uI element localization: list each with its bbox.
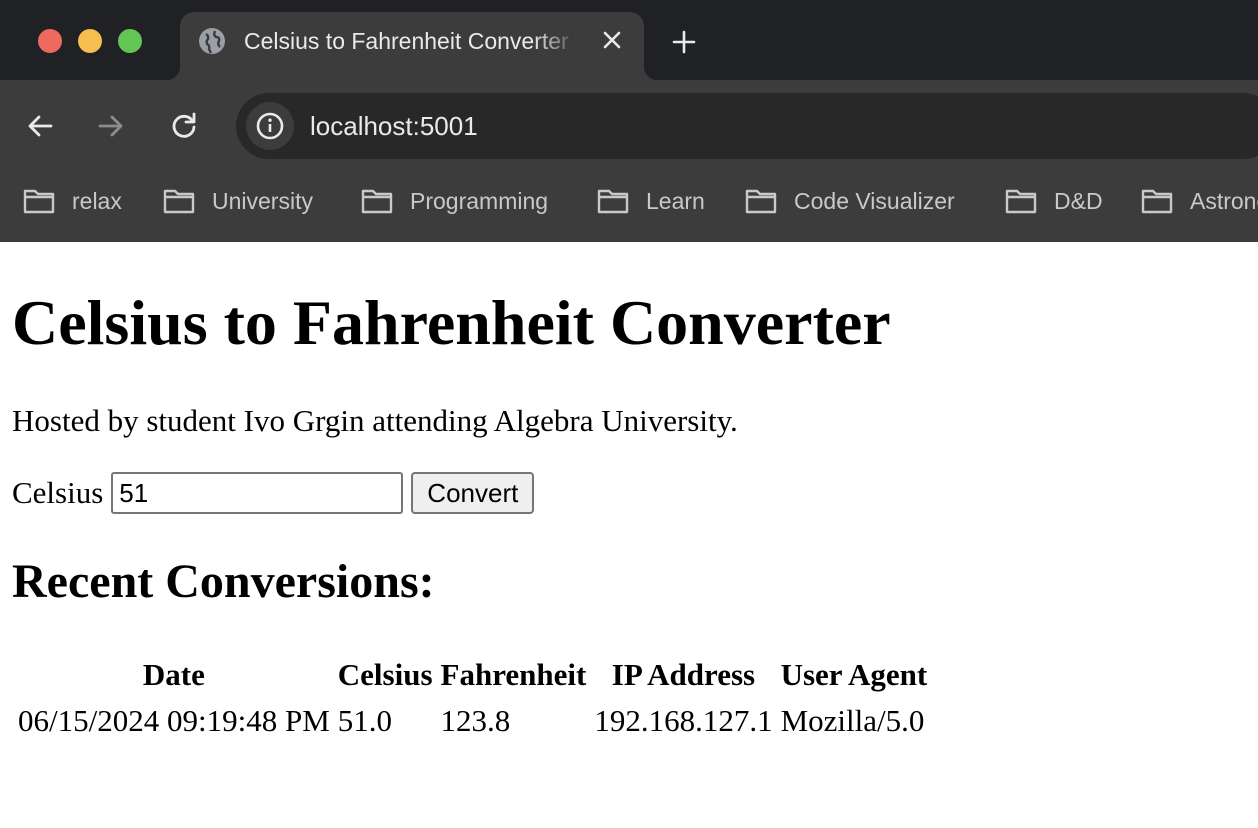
plus-icon[interactable]: [668, 26, 700, 58]
folder-icon: [745, 189, 777, 214]
convert-button[interactable]: Convert: [411, 472, 535, 514]
cell-fahrenheit: 123.8: [440, 703, 511, 738]
bookmark-label: Learn: [646, 187, 705, 214]
back-arrow-icon[interactable]: [24, 110, 56, 142]
url-text: localhost:5001: [310, 111, 478, 141]
zoom-window-button[interactable]: [118, 29, 142, 53]
folder-icon: [597, 189, 629, 214]
close-window-button[interactable]: [38, 29, 62, 53]
column-header-ip-address: IP Address: [611, 657, 756, 692]
column-header-fahrenheit: Fahrenheit: [440, 657, 587, 692]
forward-arrow-icon[interactable]: [95, 110, 127, 142]
page-title: Celsius to Fahrenheit Converter: [12, 287, 891, 358]
info-icon: [256, 112, 284, 140]
bookmark-astronomy[interactable]: Astronomy: [1140, 186, 1258, 216]
folder-icon: [1005, 189, 1037, 214]
page-content: Celsius to Fahrenheit Converter Hosted b…: [0, 242, 1258, 828]
bookmark-relax[interactable]: relax: [22, 186, 122, 216]
bookmark-code-visualizer[interactable]: Code Visualizer: [744, 186, 955, 216]
recent-conversions-heading: Recent Conversions:: [12, 555, 435, 608]
cell-date: 06/15/2024 09:19:48 PM: [18, 703, 330, 738]
column-header-date: Date: [142, 657, 205, 692]
cell-celsius: 51.0: [337, 703, 393, 738]
browser-tab[interactable]: Celsius to Fahrenheit Converter: [166, 12, 658, 80]
cell-ip-address: 192.168.127.1: [594, 703, 773, 738]
globe-icon: [199, 28, 225, 54]
folder-icon: [23, 189, 55, 214]
column-header-user-agent: User Agent: [780, 657, 928, 692]
table-row: 06/15/2024 09:19:48 PM 51.0 123.8 192.16…: [16, 700, 929, 742]
bookmark-label: relax: [72, 187, 122, 214]
minimize-window-button[interactable]: [78, 29, 102, 53]
tab-title: Celsius to Fahrenheit Converter: [244, 28, 569, 54]
conversions-table: Date Celsius Fahrenheit IP Address User …: [12, 650, 933, 746]
close-icon[interactable]: [600, 28, 624, 52]
tab-bar: Celsius to Fahrenheit Converter: [0, 0, 1258, 80]
bookmark-university[interactable]: University: [162, 186, 313, 216]
table-header-row: Date Celsius Fahrenheit IP Address User …: [16, 654, 929, 696]
bookmark-label: D&D: [1054, 187, 1103, 214]
bookmark-label: Programming: [410, 187, 549, 214]
bookmark-label: University: [212, 187, 313, 214]
browser-toolbar: localhost:5001: [0, 80, 1258, 172]
bookmark-learn[interactable]: Learn: [596, 186, 705, 216]
celsius-input[interactable]: [111, 472, 404, 514]
bookmark-programming[interactable]: Programming: [360, 186, 548, 216]
bookmark-label: Code Visualizer: [794, 187, 955, 214]
bookmarks-bar: relax University Programming Learn Code …: [0, 172, 1258, 242]
cell-user-agent: Mozilla/5.0: [780, 703, 925, 738]
bookmark-dnd[interactable]: D&D: [1004, 186, 1103, 216]
celsius-label: Celsius: [12, 475, 104, 510]
bookmark-label: Astronomy: [1190, 187, 1258, 214]
hosted-by-text: Hosted by student Ivo Grgin attending Al…: [12, 403, 738, 438]
folder-icon: [361, 189, 393, 214]
address-bar[interactable]: localhost:5001: [236, 93, 1258, 159]
convert-form: Celsius Convert: [12, 470, 535, 516]
reload-icon[interactable]: [168, 110, 200, 142]
folder-icon: [163, 189, 195, 214]
folder-icon: [1141, 189, 1173, 214]
site-info-button[interactable]: [246, 102, 294, 150]
column-header-celsius: Celsius: [337, 657, 433, 692]
